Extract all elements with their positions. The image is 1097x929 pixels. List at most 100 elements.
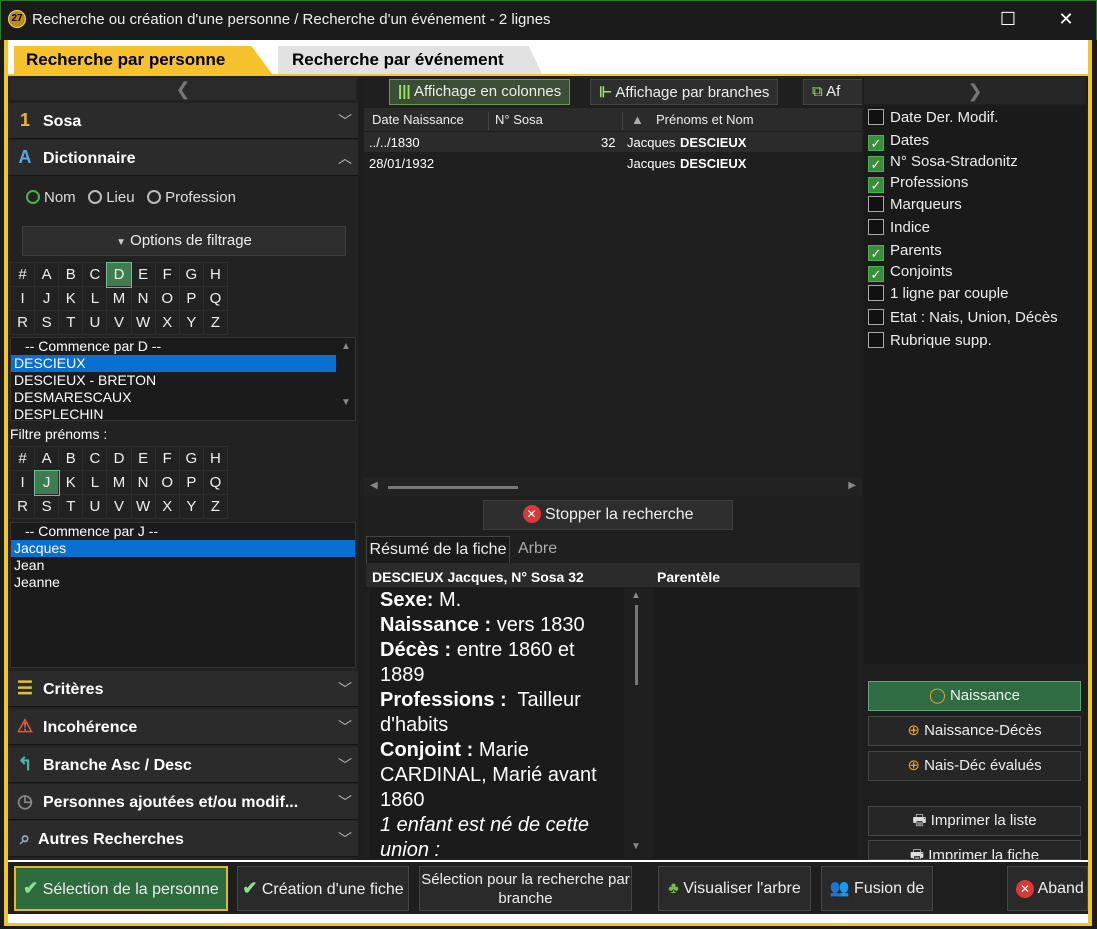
radio-nom[interactable]: Nom — [26, 189, 76, 206]
letter-cell[interactable]: O — [154, 470, 180, 495]
letter-cell[interactable]: L — [82, 286, 108, 311]
letter-cell[interactable]: B — [58, 262, 84, 287]
letter-cell[interactable]: M — [106, 470, 132, 495]
option-etat[interactable]: Etat : Nais, Union, Décès — [868, 309, 1058, 326]
letter-cell[interactable]: W — [130, 310, 156, 335]
names-scrollbar[interactable]: ▲ ▼ — [338, 340, 354, 418]
option-professions[interactable]: ✓ Professions — [868, 174, 968, 193]
letter-cell[interactable]: S — [34, 310, 60, 335]
option-rubrique-supp[interactable]: Rubrique supp. — [868, 332, 992, 349]
option-sosa-stradonitz[interactable]: ✓ N° Sosa-Stradonitz — [868, 153, 1018, 172]
letter-cell[interactable]: L — [82, 470, 108, 495]
chevron-down-icon[interactable]: ﹀ — [334, 755, 356, 773]
letter-cell[interactable]: # — [9, 262, 36, 287]
view-tree-button[interactable]: ♣ Visualiser l'arbre — [658, 866, 811, 911]
letter-cell[interactable]: # — [9, 446, 36, 471]
accordion-dictionnaire[interactable]: A Dictionnaire ︿ — [8, 140, 358, 176]
letter-cell[interactable]: D — [106, 446, 132, 471]
names-list[interactable]: -- Commence par D -- DESCIEUX DESCIEUX -… — [10, 337, 356, 423]
option-parents[interactable]: ✓ Parents — [868, 242, 942, 261]
col-date-naissance[interactable]: Date Naissance — [372, 112, 464, 127]
scroll-right-arrow-icon[interactable]: ▶ — [848, 480, 856, 491]
letter-cell[interactable]: Y — [178, 494, 204, 519]
list-item-selected[interactable]: Jacques — [11, 540, 355, 557]
accordion-autres[interactable]: ⌕ Autres Recherches ﹀ — [8, 821, 358, 857]
scrollbar-thumb[interactable] — [634, 605, 638, 685]
nais-dec-evalues-button[interactable]: ⊕ Nais-Déc évalués — [868, 751, 1081, 781]
letter-cell[interactable]: Q — [202, 470, 229, 495]
letter-cell[interactable]: H — [202, 262, 229, 287]
columns-view-button[interactable]: ||| Affichage en colonnes — [389, 79, 571, 105]
naissance-deces-button[interactable]: ⊕ Naissance-Décès — [868, 716, 1081, 746]
tab-summary[interactable]: Résumé de la fiche — [366, 536, 510, 563]
chevron-down-icon[interactable]: ﹀ — [334, 717, 356, 735]
print-card-button[interactable]: 🖶 Imprimer la fiche — [868, 840, 1081, 860]
letter-cell[interactable]: C — [82, 262, 108, 287]
maximize-icon[interactable]: ☐ — [988, 4, 1028, 34]
accordion-branche[interactable]: ↰ Branche Asc / Desc ﹀ — [8, 747, 358, 783]
letter-cell[interactable]: R — [9, 310, 36, 335]
list-item[interactable]: DESMARESCAUX — [11, 389, 355, 406]
letter-cell[interactable]: V — [106, 494, 132, 519]
letter-cell-selected[interactable]: J — [33, 469, 60, 496]
scroll-left-icon[interactable]: ❮ — [10, 78, 356, 100]
tab-search-by-person[interactable]: Recherche par personne — [14, 46, 272, 74]
accordion-incoherence[interactable]: ⚠ Incohérence ﹀ — [8, 709, 358, 745]
select-person-button[interactable]: ✔ Sélection de la personne — [14, 866, 228, 911]
close-icon[interactable]: ✕ — [1046, 4, 1086, 34]
summary-scrollbar[interactable]: ▲ ▼ — [628, 590, 644, 856]
letter-cell[interactable]: B — [58, 446, 84, 471]
col-name[interactable]: Prénoms et Nom — [656, 112, 754, 127]
letter-cell[interactable]: G — [178, 262, 204, 287]
option-conjoints[interactable]: ✓ Conjoints — [868, 263, 953, 282]
third-view-button[interactable]: ⧉ Af — [803, 79, 863, 105]
scrollbar-thumb[interactable] — [388, 486, 518, 489]
letter-cell[interactable]: X — [154, 494, 180, 519]
sort-up-icon[interactable]: ▲ — [622, 112, 644, 130]
list-item[interactable]: DESCIEUX - BRETON — [11, 372, 355, 389]
list-item-selected[interactable]: DESCIEUX — [11, 355, 336, 372]
letter-cell[interactable]: E — [130, 446, 156, 471]
list-item[interactable]: DESPLECHIN — [11, 406, 355, 423]
letter-cell-selected[interactable]: D — [105, 261, 133, 288]
letter-cell[interactable]: U — [82, 310, 108, 335]
letter-cell[interactable]: F — [154, 446, 180, 471]
merge-button[interactable]: 👥 Fusion de — [821, 866, 933, 911]
letter-cell[interactable]: J — [34, 286, 60, 311]
col-sosa[interactable]: N° Sosa — [488, 112, 543, 130]
letter-cell[interactable]: M — [106, 286, 132, 311]
letter-cell[interactable]: I — [9, 470, 36, 495]
letter-cell[interactable]: N — [130, 470, 156, 495]
accordion-ajoutees[interactable]: ◷ Personnes ajoutées et/ou modif... ﹀ — [8, 784, 358, 820]
tab-tree[interactable]: Arbre — [518, 540, 557, 558]
table-row[interactable]: ../../1830 32 Jacques DESCIEUX — [364, 132, 862, 152]
print-list-button[interactable]: 🖶 Imprimer la liste — [868, 806, 1081, 836]
naissance-button[interactable]: ◯ Naissance — [868, 681, 1081, 711]
option-date-der-modif[interactable]: Date Der. Modif. — [868, 109, 998, 126]
cancel-button[interactable]: ✕ Aband — [1007, 866, 1088, 911]
firstnames-list[interactable]: -- Commence par J -- Jacques Jean Jeanne — [10, 522, 356, 668]
letter-cell[interactable]: G — [178, 446, 204, 471]
stop-search-button[interactable]: ✕ Stopper la recherche — [483, 500, 733, 530]
summary-panel[interactable]: Sexe: M. Naissance : vers 1830 Décès : e… — [370, 588, 624, 858]
option-marqueurs[interactable]: Marqueurs — [868, 196, 962, 213]
letter-cell[interactable]: T — [58, 310, 84, 335]
letter-cell[interactable]: W — [130, 494, 156, 519]
table-row[interactable]: 28/01/1932 Jacques DESCIEUX — [364, 153, 862, 173]
letter-cell[interactable]: F — [154, 262, 180, 287]
letter-cell[interactable]: P — [178, 286, 204, 311]
option-indice[interactable]: Indice — [868, 219, 930, 236]
letter-cell[interactable]: H — [202, 446, 229, 471]
filter-options-button[interactable]: ▼ Options de filtrage — [22, 226, 346, 256]
letter-cell[interactable]: Q — [202, 286, 229, 311]
scroll-down-icon[interactable]: ▼ — [628, 841, 644, 852]
branches-view-button[interactable]: ⊩ Affichage par branches — [590, 79, 779, 105]
list-item[interactable]: Jean — [11, 557, 355, 574]
letter-cell[interactable]: K — [58, 286, 84, 311]
letter-cell[interactable]: P — [178, 470, 204, 495]
radio-profession[interactable]: Profession — [147, 189, 236, 206]
letter-cell[interactable]: R — [9, 494, 36, 519]
accordion-criteres[interactable]: ☰ Critères ﹀ — [8, 671, 358, 707]
create-card-button[interactable]: ✔ Création d'une fiche — [237, 866, 409, 911]
letter-cell[interactable]: U — [82, 494, 108, 519]
